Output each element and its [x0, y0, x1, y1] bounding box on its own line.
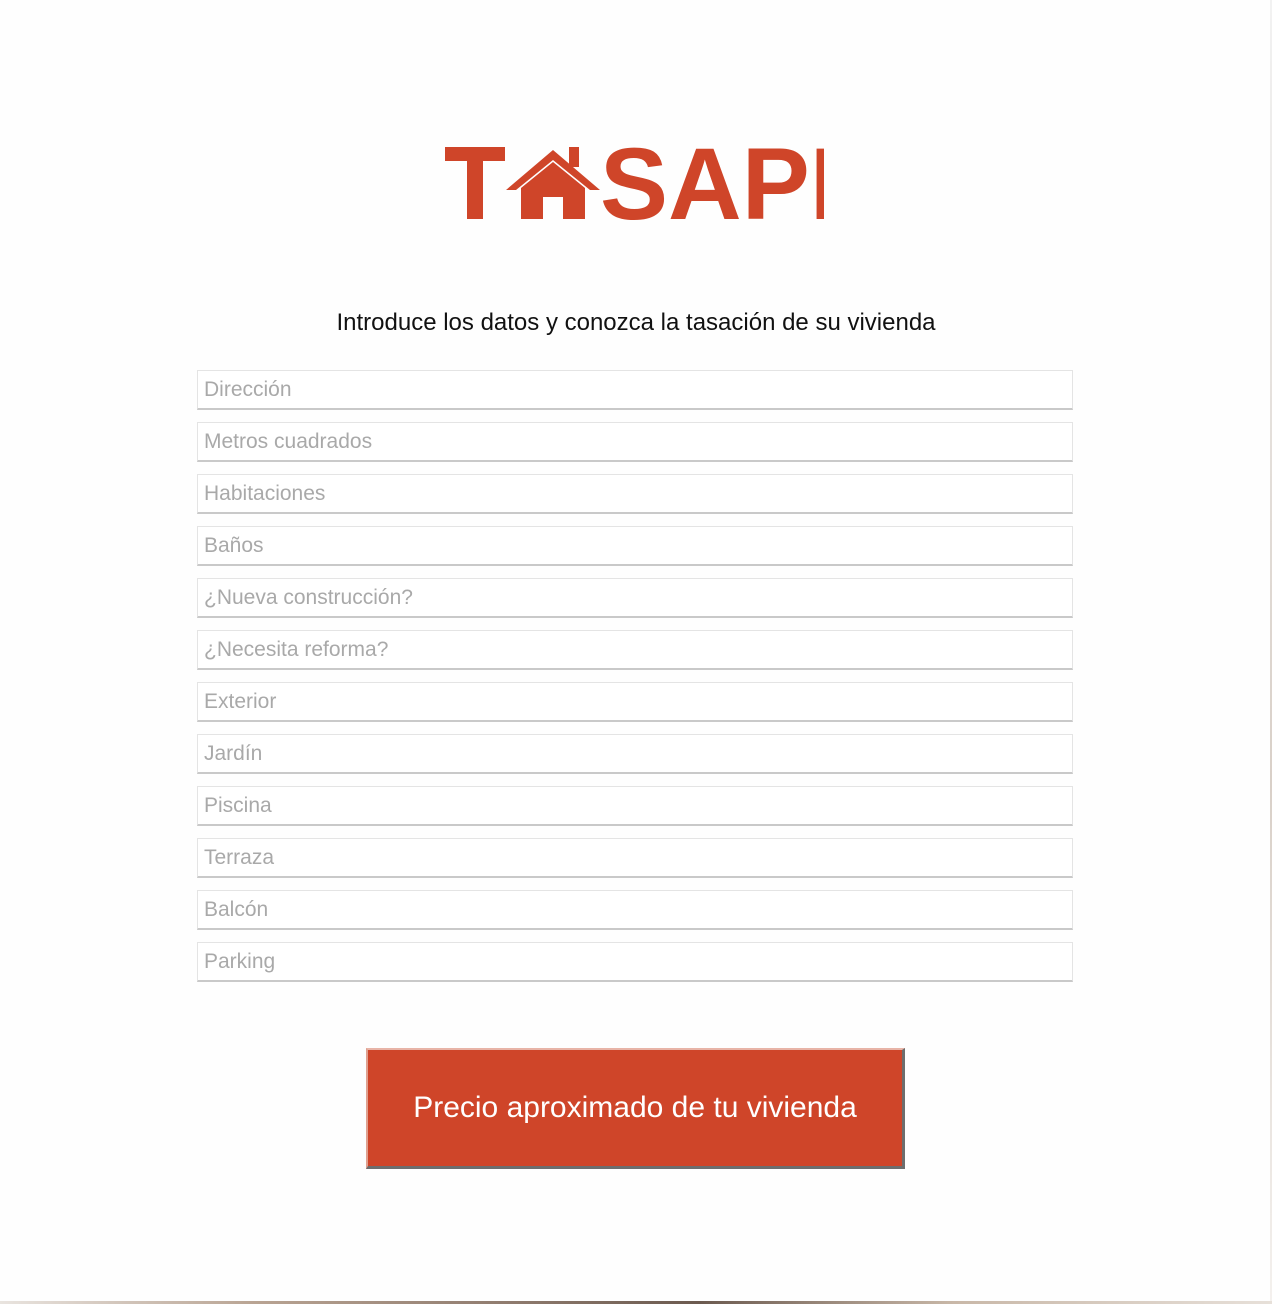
exterior-input[interactable]: [197, 682, 1073, 722]
balcony-input[interactable]: [197, 890, 1073, 930]
terrace-input[interactable]: [197, 838, 1073, 878]
rooms-input[interactable]: [197, 474, 1073, 514]
garden-input[interactable]: [197, 734, 1073, 774]
needs-renovation-input[interactable]: [197, 630, 1073, 670]
brand-logo: SAPI: [444, 127, 838, 241]
page: SAPI Introduce los datos y conozca la ta…: [0, 0, 1272, 1304]
square-meters-input[interactable]: [197, 422, 1073, 462]
estimate-price-button[interactable]: Precio aproximado de tu vivienda: [366, 1048, 905, 1169]
bathrooms-input[interactable]: [197, 526, 1073, 566]
logo-text-tail: SAPI: [600, 142, 824, 224]
address-input[interactable]: [197, 370, 1073, 410]
new-construction-input[interactable]: [197, 578, 1073, 618]
pool-input[interactable]: [197, 786, 1073, 826]
valuation-form: [197, 370, 1073, 994]
parking-input[interactable]: [197, 942, 1073, 982]
house-icon: [506, 147, 600, 219]
logo-graphic: SAPI: [445, 127, 838, 241]
intro-text: Introduce los datos y conozca la tasació…: [336, 309, 936, 336]
